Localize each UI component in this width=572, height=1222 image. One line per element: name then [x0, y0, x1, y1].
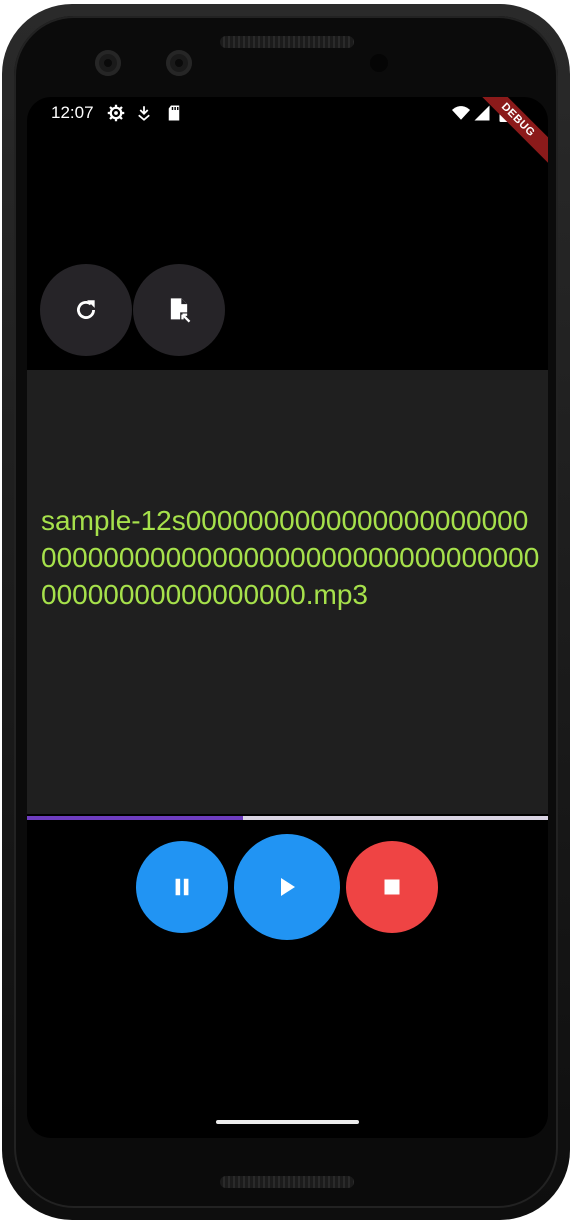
file-name-text: sample-12s000000000000000000000000000000…	[41, 505, 540, 610]
pause-button[interactable]	[136, 841, 228, 933]
wifi-icon	[452, 106, 470, 120]
stop-button[interactable]	[346, 841, 438, 933]
refresh-icon	[77, 300, 95, 319]
open-file-button[interactable]	[133, 264, 225, 356]
pause-icon	[175, 878, 189, 896]
home-indicator[interactable]	[216, 1120, 359, 1124]
file-info-panel: sample-12s000000000000000000000000000000…	[27, 370, 548, 814]
file-open-icon	[170, 298, 191, 323]
app-screen: 12:07 DEBUG sample-12s000000000000000000…	[27, 97, 548, 1138]
stop-icon	[384, 879, 400, 895]
playback-progress-bar[interactable]	[27, 816, 548, 820]
front-camera-icon	[95, 50, 121, 76]
playback-progress-fill	[27, 816, 244, 820]
signal-icon	[474, 105, 490, 121]
play-icon	[281, 878, 295, 896]
settings-gear-icon	[107, 104, 125, 122]
refresh-button[interactable]	[40, 264, 132, 356]
proximity-sensor	[370, 54, 388, 72]
bottom-speaker	[220, 1176, 354, 1188]
play-button[interactable]	[234, 834, 340, 940]
earpiece-speaker	[220, 36, 354, 48]
front-camera-secondary-icon	[166, 50, 192, 76]
download-arrow-icon	[138, 106, 150, 121]
status-time: 12:07	[51, 103, 94, 122]
sd-card-icon	[168, 105, 180, 121]
status-bar: 12:07	[27, 97, 548, 131]
